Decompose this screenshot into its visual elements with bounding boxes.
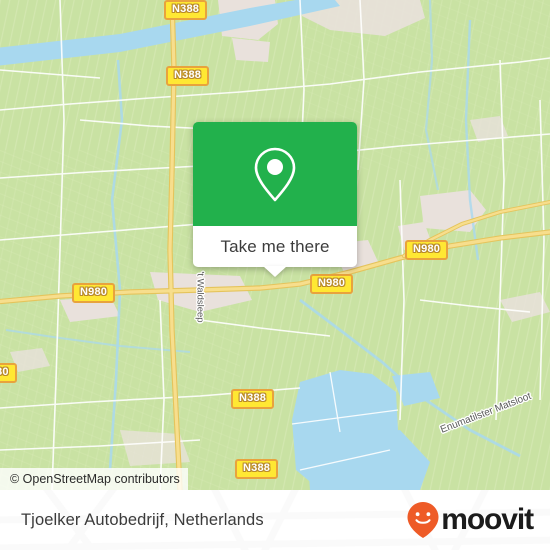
moovit-brand[interactable]: moovit [406, 501, 550, 539]
road-shield: N388 [164, 0, 208, 20]
moovit-pin-smiley-icon [407, 502, 439, 538]
map-attribution[interactable]: © OpenStreetMap contributors [0, 468, 188, 490]
road-shield: 80 [0, 363, 17, 383]
callout-pointer [263, 266, 287, 277]
moovit-wordmark: moovit [441, 503, 534, 536]
place-title: Tjoelker Autobedrijf, Netherlands [21, 510, 264, 529]
callout-pin-area [193, 122, 357, 226]
road-shield: N388 [235, 459, 279, 479]
callout-action-area[interactable]: Take me there [193, 226, 357, 277]
road-shield: N388 [166, 66, 210, 86]
road-shield: N980 [405, 240, 449, 260]
screenshot-root: N388 N388 N980 N980 N980 80 N388 N388 En… [0, 0, 550, 550]
location-callout[interactable]: Take me there [193, 122, 357, 277]
take-me-there-label: Take me there [220, 236, 330, 256]
map-pin-icon [254, 147, 296, 202]
road-shield: N980 [72, 283, 116, 303]
map-canvas[interactable]: N388 N388 N980 N980 N980 80 N388 N388 En… [0, 0, 550, 490]
road-shield: N980 [310, 274, 354, 294]
footer-bar: Tjoelker Autobedrijf, Netherlands moovit [0, 490, 550, 550]
street-label: 't Waldsleep [194, 271, 206, 323]
road-shield: N388 [231, 389, 275, 409]
